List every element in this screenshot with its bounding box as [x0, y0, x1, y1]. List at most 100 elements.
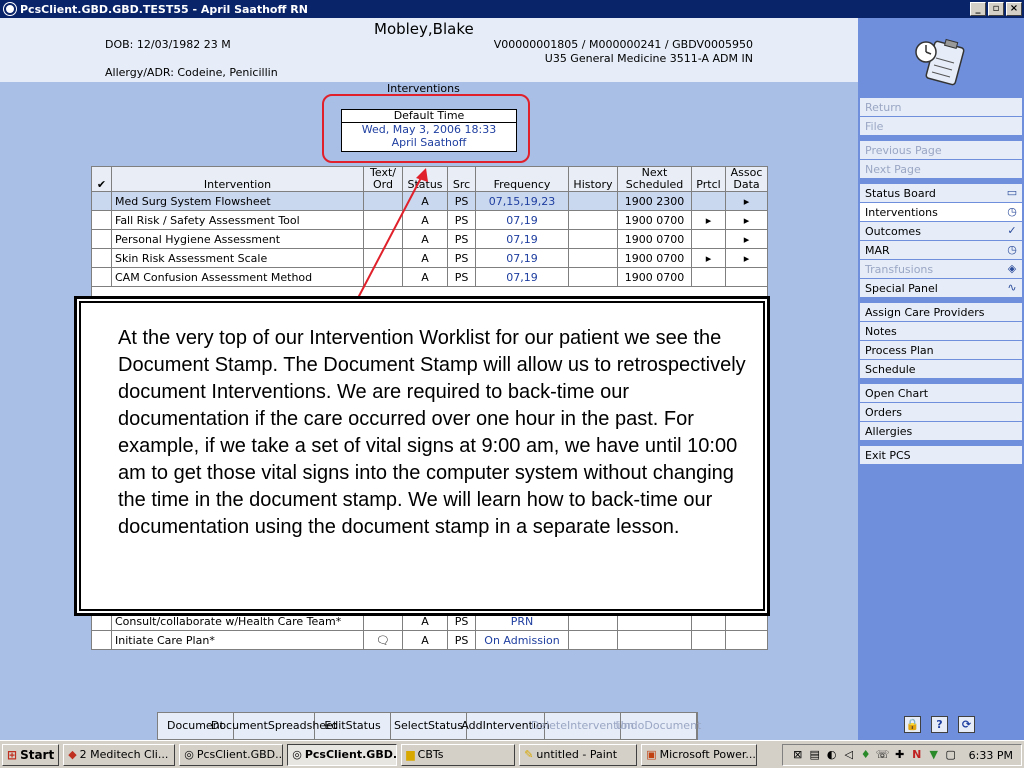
sidebar-item-outcomes[interactable]: Outcomes ✓	[860, 222, 1022, 241]
row-next-scheduled	[617, 630, 692, 650]
row-prtcl[interactable]	[691, 630, 726, 650]
taskbar-item-powerpoint[interactable]: ▣ Microsoft Power...	[641, 743, 758, 766]
row-history[interactable]	[568, 248, 618, 268]
stamp-user: April Saathoff	[391, 136, 467, 149]
security-icon[interactable]: ♦	[859, 748, 873, 762]
row-prtcl-arrow-icon[interactable]: ▸	[691, 210, 726, 230]
col-intervention[interactable]: Intervention	[111, 166, 364, 192]
edit-status-button[interactable]: Edit Status	[315, 713, 391, 739]
refresh-icon[interactable]: ⟳	[958, 716, 975, 733]
row-prtcl[interactable]	[691, 229, 726, 249]
sidebar-item-allergies[interactable]: Allergies	[860, 422, 1022, 441]
sidebar-item-assign-care-providers[interactable]: Assign Care Providers	[860, 303, 1022, 322]
row-src: PS	[447, 630, 476, 650]
title-bar: PcsClient.GBD.GBD.TEST55 - April Saathof…	[0, 0, 1024, 18]
row-check[interactable]	[91, 630, 112, 650]
sidebar-item-next-page[interactable]: Next Page	[860, 160, 1022, 179]
row-check[interactable]	[91, 191, 112, 211]
speaker-icon[interactable]: ◁	[842, 748, 856, 762]
row-intervention: Skin Risk Assessment Scale	[111, 248, 364, 268]
wireless-icon[interactable]: ▼	[927, 748, 941, 762]
row-text-ord-comment-icon[interactable]: 🗨	[363, 630, 403, 650]
row-assoc-arrow-icon[interactable]: ▸	[725, 191, 768, 211]
taskbar-label: 2 Meditech Cli...	[79, 748, 169, 761]
maximize-button[interactable]: ▫	[988, 2, 1004, 16]
sidebar-item-special-panel[interactable]: Special Panel ∿	[860, 279, 1022, 298]
table-row[interactable]: Initiate Care Plan* 🗨 A PS On Admission	[91, 630, 768, 650]
sidebar-item-process-plan[interactable]: Process Plan	[860, 341, 1022, 360]
sidebar-item-orders[interactable]: Orders	[860, 403, 1022, 422]
taskbar-item-pcsclient-2[interactable]: ◎ PcsClient.GBD...	[287, 743, 398, 766]
row-history[interactable]	[568, 229, 618, 249]
col-frequency[interactable]: Frequency	[475, 166, 569, 192]
taskbar-item-cbts[interactable]: ▆ CBTs	[401, 743, 516, 766]
row-history[interactable]	[568, 191, 618, 211]
sidebar-item-status-board[interactable]: Status Board ▭	[860, 184, 1022, 203]
col-check[interactable]: ✔	[91, 166, 112, 192]
patient-allergy: Allergy/ADR: Codeine, Penicillin	[105, 66, 278, 79]
row-prtcl[interactable]	[691, 267, 726, 287]
help-icon[interactable]: ?	[931, 716, 948, 733]
start-button[interactable]: ⊞ Start	[2, 743, 60, 766]
row-check[interactable]	[91, 248, 112, 268]
main-panel: Mobley,Blake DOB: 12/03/1982 23 M Allerg…	[0, 18, 858, 740]
sidebar-item-file[interactable]: File	[860, 117, 1022, 136]
taskbar-item-pcsclient-1[interactable]: ◎ PcsClient.GBD....	[179, 743, 284, 766]
row-assoc-arrow-icon[interactable]: ▸	[725, 229, 768, 249]
row-history[interactable]	[568, 267, 618, 287]
blood-bag-icon: ◈	[1007, 262, 1017, 275]
sidebar-group-exit: Exit PCS	[860, 446, 1022, 465]
row-prtcl[interactable]	[691, 191, 726, 211]
monitor-icon[interactable]: ▢	[944, 748, 958, 762]
sidebar-item-mar[interactable]: MAR ◷	[860, 241, 1022, 260]
taskbar-item-paint[interactable]: ✎ untitled - Paint	[519, 743, 638, 766]
select-line2: Status	[427, 719, 463, 732]
col-history[interactable]: History	[568, 166, 618, 192]
row-assoc-arrow-icon[interactable]: ▸	[725, 248, 768, 268]
row-check[interactable]	[91, 229, 112, 249]
sidebar-item-return[interactable]: Return	[860, 98, 1022, 117]
row-check[interactable]	[91, 210, 112, 230]
col-assoc-data[interactable]: Assoc Data	[725, 166, 768, 192]
row-assoc[interactable]	[725, 630, 768, 650]
row-next-scheduled: 1900 2300	[617, 191, 692, 211]
close-button[interactable]: ×	[1006, 2, 1022, 16]
network-icon[interactable]: ⊠	[791, 748, 805, 762]
row-history[interactable]	[568, 630, 618, 650]
row-prtcl-arrow-icon[interactable]: ▸	[691, 248, 726, 268]
row-intervention: Initiate Care Plan*	[111, 630, 364, 650]
minimize-button[interactable]: _	[970, 2, 986, 16]
select-status-button[interactable]: Select Status	[391, 713, 467, 739]
tools-icon[interactable]: ✚	[893, 748, 907, 762]
sidebar-item-exit-pcs[interactable]: Exit PCS	[860, 446, 1022, 465]
delete-line1: Delete	[530, 719, 568, 732]
sync-icon[interactable]: ◐	[825, 748, 839, 762]
row-history[interactable]	[568, 210, 618, 230]
sidebar-item-interventions[interactable]: Interventions ◷	[860, 203, 1022, 222]
sidebar-item-previous-page[interactable]: Previous Page	[860, 141, 1022, 160]
sidebar-item-transfusions[interactable]: Transfusions ◈	[860, 260, 1022, 279]
sidebar-item-schedule[interactable]: Schedule	[860, 360, 1022, 379]
special-panel-label: Special Panel	[865, 281, 938, 295]
document-stamp[interactable]: Default Time Wed, May 3, 2006 18:33 Apri…	[341, 109, 517, 152]
row-assoc-arrow-icon[interactable]: ▸	[725, 210, 768, 230]
undo-document-button[interactable]: Undo Document	[616, 713, 701, 739]
app-icon	[4, 3, 16, 15]
delete-intervention-button[interactable]: Delete Intervention	[531, 713, 634, 739]
taskbar-item-meditech[interactable]: ◆ 2 Meditech Cli...	[63, 743, 176, 766]
row-assoc[interactable]	[725, 267, 768, 287]
sidebar-item-open-chart[interactable]: Open Chart	[860, 384, 1022, 403]
col-src[interactable]: Src	[447, 166, 476, 192]
taskbar-label: Microsoft Power...	[659, 748, 756, 761]
phone-icon[interactable]: ☏	[876, 748, 890, 762]
display-icon[interactable]: ▤	[808, 748, 822, 762]
col-prtcl[interactable]: Prtcl	[691, 166, 726, 192]
row-intervention: Med Surg System Flowsheet	[111, 191, 364, 211]
document-spreadsheet-button[interactable]: Document Spreadsheet	[211, 713, 337, 739]
antivirus-icon[interactable]: N	[910, 748, 924, 762]
row-check[interactable]	[91, 267, 112, 287]
col-next-scheduled[interactable]: Next Scheduled	[617, 166, 692, 192]
lock-icon[interactable]: 🔒	[904, 716, 921, 733]
sidebar-item-notes[interactable]: Notes	[860, 322, 1022, 341]
clock[interactable]: 6:33 PM	[969, 749, 1013, 762]
